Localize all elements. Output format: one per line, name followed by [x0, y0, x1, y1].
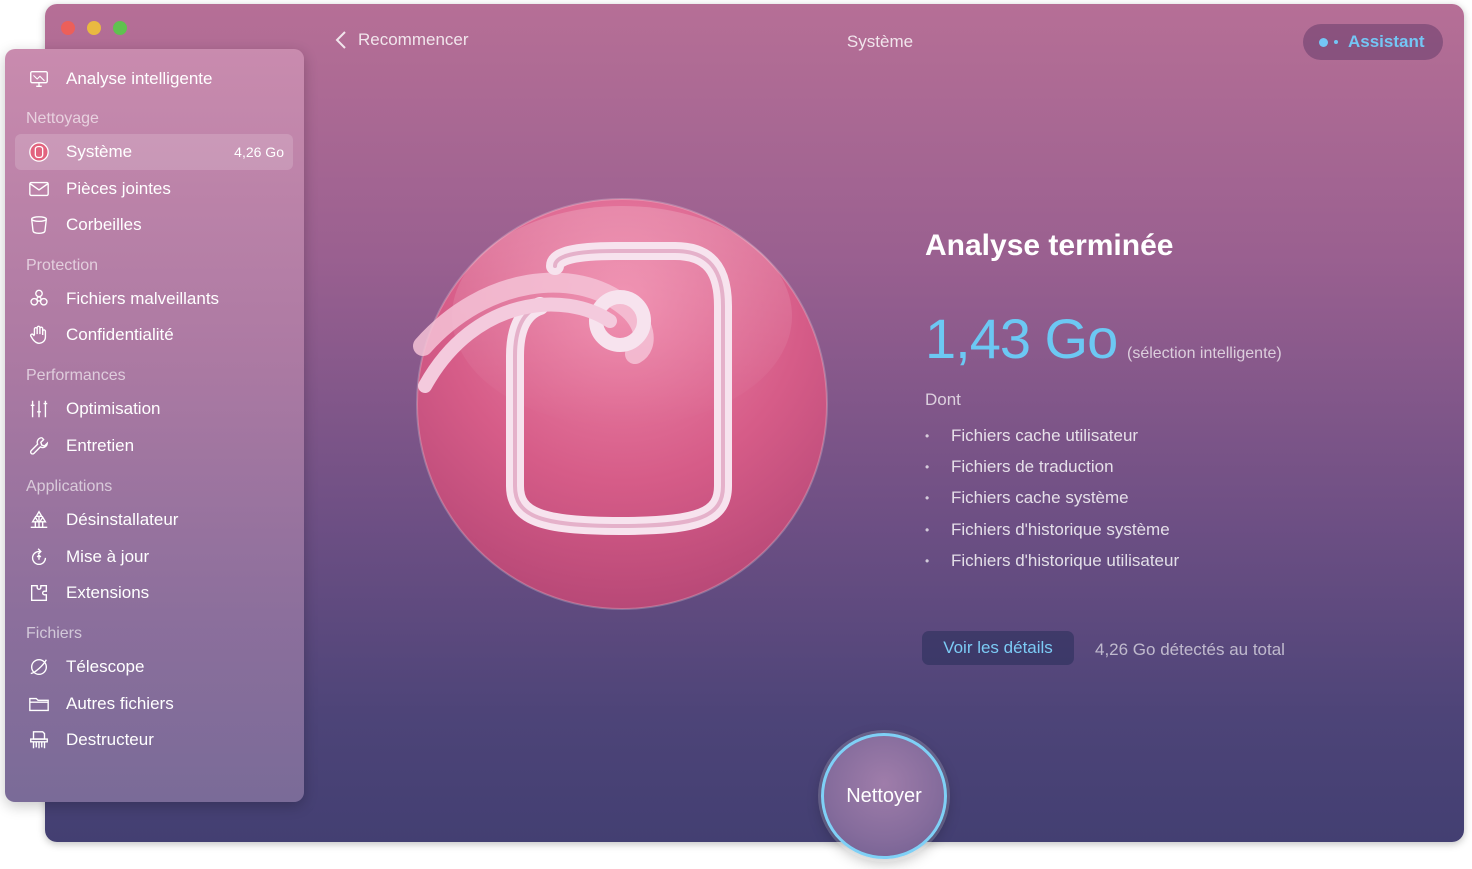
- scan-result-title: Analyse terminée: [925, 229, 1174, 262]
- minimize-window-button[interactable]: [87, 21, 101, 35]
- page-title: Système: [846, 32, 914, 51]
- sidebar-item-label: Confidentialité: [66, 325, 174, 344]
- sidebar-item-trash-bins[interactable]: Corbeilles: [15, 207, 293, 243]
- bullet-icon: •: [925, 553, 930, 568]
- sidebar-item-label: Mise à jour: [66, 547, 150, 566]
- sidebar-item-label: Fichiers malveillants: [66, 289, 220, 308]
- sidebar-item-maintenance[interactable]: Entretien: [15, 428, 293, 464]
- assistant-small-dot-icon: [1334, 40, 1338, 44]
- sidebar-item-label: Désinstallateur: [66, 510, 179, 529]
- monitor-icon: [26, 68, 52, 90]
- sliders-icon: [26, 398, 52, 420]
- sidebar-item-space-lens[interactable]: Télescope: [15, 649, 293, 685]
- list-item: • Fichiers cache utilisateur: [925, 425, 1139, 445]
- assistant-label: Assistant: [1348, 32, 1425, 51]
- sidebar-item-label: Destructeur: [66, 730, 154, 749]
- sidebar-item-smart-scan[interactable]: Analyse intelligente: [15, 61, 293, 97]
- assistant-button[interactable]: Assistant: [1303, 24, 1443, 60]
- close-window-button[interactable]: [61, 21, 75, 35]
- assistant-dot-icon: [1319, 37, 1328, 47]
- sidebar-item-label: Extensions: [66, 583, 150, 602]
- system-junk-icon: [26, 141, 52, 163]
- list-item: • Fichiers d'historique système: [925, 519, 1170, 539]
- review-details-button[interactable]: Voir les détails: [922, 631, 1074, 665]
- sidebar-header-cleanup: Nettoyage: [26, 110, 99, 127]
- sidebar-item-label: Pièces jointes: [66, 179, 171, 198]
- restart-label: Recommencer: [358, 30, 469, 49]
- folder-icon: [26, 693, 52, 715]
- sidebar-item-shredder[interactable]: Destructeur: [15, 722, 293, 758]
- list-item: • Fichiers d'historique utilisateur: [925, 550, 1180, 570]
- list-item: • Fichiers cache système: [925, 488, 1129, 508]
- sidebar-item-label: Autres fichiers: [66, 694, 174, 713]
- sidebar-header-performance: Performances: [26, 367, 126, 384]
- sidebar-item-label: Analyse intelligente: [66, 69, 213, 88]
- update-icon: [26, 546, 52, 568]
- sidebar-item-malware[interactable]: Fichiers malveillants: [15, 281, 293, 317]
- hand-icon: [26, 324, 52, 346]
- restart-button[interactable]: Recommencer: [334, 29, 469, 51]
- shredder-icon: [26, 729, 52, 751]
- bullet-icon: •: [925, 522, 930, 537]
- includes-list: • Fichiers cache utilisateur • Fichiers de…: [925, 420, 1179, 576]
- selected-size-note: (sélection intelligente): [1127, 345, 1282, 362]
- sidebar-header-protection: Protection: [26, 257, 99, 274]
- bullet-icon: •: [925, 428, 930, 443]
- sidebar-item-label: Corbeilles: [66, 215, 142, 234]
- chevron-left-icon: [335, 31, 346, 49]
- sidebar-item-label: Entretien: [66, 436, 135, 455]
- sidebar-item-extensions[interactable]: Extensions: [15, 575, 293, 611]
- bullet-icon: •: [925, 459, 930, 474]
- clean-button[interactable]: Nettoyer: [821, 733, 947, 859]
- system-junk-illustration: [405, 196, 835, 616]
- sidebar-item-label: Système: [66, 142, 133, 161]
- sidebar-item-label: Télescope: [66, 657, 145, 676]
- sidebar-header-files: Fichiers: [26, 625, 83, 642]
- list-item: • Fichiers de traduction: [925, 456, 1114, 476]
- system-junk-hero-icon: [413, 198, 828, 610]
- biohazard-icon: [26, 288, 52, 310]
- selected-size: 1,43 Go: [925, 307, 1118, 370]
- sidebar-item-system-junk[interactable]: Système 4,26 Go: [15, 134, 293, 170]
- includes-label: Dont: [925, 390, 961, 409]
- bullet-icon: •: [925, 491, 930, 506]
- sidebar-item-privacy[interactable]: Confidentialité: [15, 317, 293, 353]
- zoom-window-button[interactable]: [113, 21, 127, 35]
- trash-bin-icon: [26, 214, 52, 236]
- sidebar-item-mail-attachments[interactable]: Pièces jointes: [15, 171, 293, 207]
- telescope-icon: [26, 656, 52, 678]
- sidebar-item-large-old-files[interactable]: Autres fichiers: [15, 686, 293, 722]
- sidebar-item-uninstaller[interactable]: Désinstallateur: [15, 502, 293, 538]
- sidebar-header-applications: Applications: [26, 478, 113, 495]
- sidebar-item-size: 4,26 Go: [234, 144, 284, 160]
- sidebar-item-label: Optimisation: [66, 399, 161, 418]
- wrench-icon: [26, 435, 52, 457]
- total-found-label: 4,26 Go détectés au total: [1095, 640, 1285, 659]
- sidebar-item-optimization[interactable]: Optimisation: [15, 391, 293, 427]
- sidebar-item-updater[interactable]: Mise à jour: [15, 539, 293, 575]
- uninstaller-icon: [26, 509, 52, 531]
- mail-icon: [26, 178, 52, 200]
- sidebar: Analyse intelligente Nettoyage Système 4…: [5, 49, 304, 802]
- extensions-icon: [26, 582, 52, 604]
